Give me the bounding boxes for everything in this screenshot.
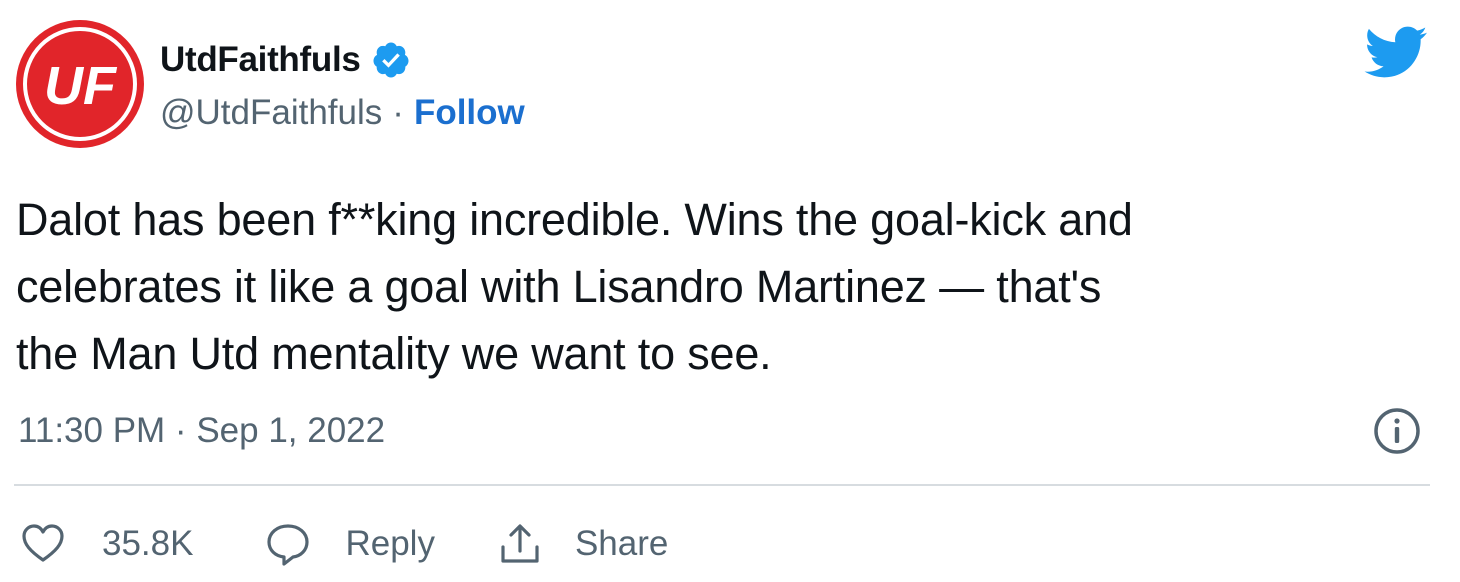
share-upload-icon [497, 521, 543, 567]
action-bar: 35.8K Reply Share [20, 516, 668, 572]
tweet-text-line: the Man Utd mentality we want to see. [16, 328, 772, 379]
tweet-text-line: Dalot has been f**king incredible. Wins … [16, 194, 1133, 245]
reply-button[interactable]: Reply [265, 521, 435, 567]
like-button[interactable]: 35.8K [20, 521, 193, 567]
tweet-text: Dalot has been f**king incredible. Wins … [16, 186, 1436, 387]
divider [14, 484, 1430, 486]
name-row: UtdFaithfuls [160, 36, 411, 84]
tweet-timestamp[interactable]: 11:30 PM · Sep 1, 2022 [18, 408, 385, 454]
avatar[interactable]: UF [14, 18, 146, 150]
avatar-text: UF [44, 56, 118, 116]
handle-row: @UtdFaithfuls · Follow [160, 90, 525, 136]
speech-bubble-icon [265, 521, 311, 567]
separator-dot: · [392, 93, 404, 132]
share-button[interactable]: Share [497, 521, 668, 567]
tweet-card: UF UtdFaithfuls @UtdFaithfuls · Follow D… [0, 0, 1460, 582]
user-handle[interactable]: @UtdFaithfuls [160, 93, 382, 133]
reply-label: Reply [345, 524, 435, 563]
share-label: Share [574, 524, 669, 563]
twitter-bird-icon[interactable] [1362, 24, 1428, 80]
follow-button[interactable]: Follow [414, 93, 525, 133]
verified-badge-icon [371, 40, 411, 80]
info-icon[interactable] [1372, 406, 1422, 456]
uf-logo-avatar-icon: UF [16, 20, 144, 148]
heart-icon [20, 521, 66, 567]
tweet-text-line: celebrates it like a goal with Lisandro … [16, 261, 1102, 312]
display-name[interactable]: UtdFaithfuls [160, 40, 361, 80]
like-count: 35.8K [102, 524, 194, 563]
